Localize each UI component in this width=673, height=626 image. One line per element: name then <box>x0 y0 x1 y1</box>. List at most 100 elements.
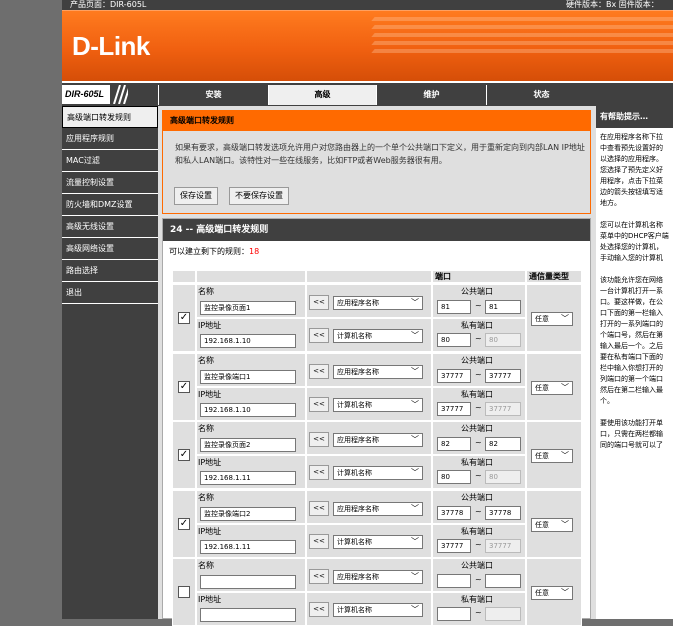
rules-title: 24 -- 高级端口转发规则 <box>163 219 590 241</box>
tab-advanced[interactable]: 高级 <box>268 85 376 105</box>
rule-ip-input[interactable]: 192.168.1.10 <box>200 402 296 417</box>
pc-name-select[interactable]: 计算机名称 ﹀ <box>333 397 423 412</box>
sidebar-item-mac-filter[interactable]: MAC过滤 <box>62 150 158 172</box>
rule-row: ✓ 名称 监控录像页面1 IP地址 192.168.1.10 << 应用程序名称… <box>172 284 582 352</box>
chevron-down-icon: ﹀ <box>561 519 569 529</box>
app-name-select[interactable]: 应用程序名称 ﹀ <box>333 570 423 584</box>
public-port-end[interactable]: 82 <box>485 437 521 451</box>
sidebar-item-routing[interactable]: 路由选择 <box>62 260 158 282</box>
fill-pc-button[interactable]: << <box>309 465 329 480</box>
fill-app-button[interactable]: << <box>309 569 329 584</box>
app-name-select[interactable]: 应用程序名称 ﹀ <box>333 501 423 516</box>
sidebar-item-firewall-dmz[interactable]: 防火墙和DMZ设置 <box>62 194 158 216</box>
public-port-end[interactable]: 37777 <box>485 368 521 383</box>
tab-setup[interactable]: 安装 <box>158 85 268 105</box>
sidebar: 高级端口转发规则 应用程序规则 MAC过滤 流量控制设置 防火墙和DMZ设置 高… <box>62 106 158 619</box>
public-port-start[interactable]: 37777 <box>437 368 471 383</box>
rule-pc-cell: << 计算机名称 ﹀ <box>306 523 432 558</box>
app-name-select[interactable]: 应用程序名称 ﹀ <box>333 364 423 379</box>
rule-name-cell: 名称 监控录像端口1 <box>196 352 306 387</box>
pc-name-select[interactable]: 计算机名称 ﹀ <box>333 603 423 617</box>
sidebar-item-app-rules[interactable]: 应用程序规则 <box>62 128 158 150</box>
rule-name-input[interactable]: 监控录像端口2 <box>200 506 296 521</box>
sidebar-item-traffic-control[interactable]: 流量控制设置 <box>62 172 158 194</box>
sidebar-item-logout[interactable]: 退出 <box>62 282 158 304</box>
public-port-start[interactable]: 37778 <box>437 505 471 520</box>
traffic-cell: 任意 ﹀ <box>526 421 582 489</box>
pc-name-select[interactable]: 计算机名称 ﹀ <box>333 466 423 480</box>
rule-app-cell: << 应用程序名称 ﹀ <box>306 489 432 524</box>
rule-name-input[interactable] <box>200 575 296 589</box>
rule-ip-input[interactable]: 192.168.1.10 <box>200 334 296 348</box>
rule-enable-checkbox[interactable]: ✓ <box>178 449 190 461</box>
public-port-label: 公共端口 <box>461 492 493 502</box>
traffic-type-select[interactable]: 任意 ﹀ <box>531 517 573 532</box>
rule-name-input[interactable]: 监控录像页面1 <box>200 301 296 315</box>
rule-ip-input[interactable]: 192.168.1.11 <box>200 471 296 485</box>
public-port-end[interactable] <box>485 574 521 588</box>
fill-pc-button[interactable]: << <box>309 396 329 412</box>
traffic-value: 任意 <box>535 452 549 460</box>
name-label: 名称 <box>198 561 214 570</box>
public-port-start[interactable]: 82 <box>437 437 471 451</box>
private-port-start[interactable]: 80 <box>437 333 471 347</box>
fill-pc-button[interactable]: << <box>309 602 329 617</box>
intro-description: 如果有要求，高级端口转发选项允许用户对您路由器上的一个单个公共端口下定义，用于重… <box>175 143 585 165</box>
public-port-cell: 公共端口 37777 ~ 37777 <box>432 352 526 387</box>
traffic-type-select[interactable]: 任意 ﹀ <box>531 380 573 395</box>
private-port-label: 私有端口 <box>461 321 493 330</box>
app-name-select[interactable]: 应用程序名称 ﹀ <box>333 433 423 447</box>
fill-pc-button[interactable]: << <box>309 533 329 549</box>
tab-maintenance[interactable]: 维护 <box>376 85 486 105</box>
public-port-end[interactable]: 81 <box>485 300 521 314</box>
chevron-down-icon: ﹀ <box>411 572 419 581</box>
rule-ip-input[interactable]: 192.168.1.11 <box>200 539 296 554</box>
pc-name-select[interactable]: 计算机名称 ﹀ <box>333 329 423 343</box>
fill-app-button[interactable]: << <box>309 295 329 310</box>
chevron-down-icon: ﹀ <box>411 331 419 340</box>
sidebar-item-port-forwarding[interactable]: 高级端口转发规则 <box>62 106 158 128</box>
fill-app-button[interactable]: << <box>309 500 329 516</box>
rule-name-input[interactable]: 监控录像页面2 <box>200 438 296 452</box>
fill-app-button[interactable]: << <box>309 432 329 447</box>
fill-pc-button[interactable]: << <box>309 328 329 343</box>
app-name-select[interactable]: 应用程序名称 ﹀ <box>333 296 423 310</box>
private-port-start[interactable]: 37777 <box>437 538 471 553</box>
chevron-down-icon: ﹀ <box>411 536 419 546</box>
public-port-start[interactable] <box>437 574 471 588</box>
traffic-type-select[interactable]: 任意 ﹀ <box>531 312 573 326</box>
rule-name-cell: 名称 监控录像页面2 <box>196 421 306 455</box>
rule-enable-checkbox[interactable]: ✓ <box>178 517 190 530</box>
traffic-cell: 任意 ﹀ <box>526 284 582 352</box>
traffic-cell: 任意 ﹀ <box>526 558 582 626</box>
dont-save-button[interactable]: 不要保存设置 <box>229 187 289 205</box>
rule-ip-input[interactable] <box>200 608 296 622</box>
ip-label: IP地址 <box>198 389 222 399</box>
rule-name-cell: 名称 <box>196 558 306 592</box>
range-tilde: ~ <box>475 575 482 584</box>
private-port-start[interactable]: 80 <box>437 470 471 484</box>
private-port-start[interactable]: 37777 <box>437 401 471 416</box>
rule-name-input[interactable]: 监控录像端口1 <box>200 369 296 384</box>
traffic-type-select[interactable]: 任意 ﹀ <box>531 449 573 463</box>
rule-row: ✓ 名称 监控录像端口2 IP地址 192.168.1.11 << 应用程序名称… <box>172 489 582 558</box>
rule-enable-checkbox[interactable]: ✓ <box>178 312 190 324</box>
rule-enable-checkbox[interactable]: ✓ <box>178 380 190 393</box>
sidebar-item-adv-wireless[interactable]: 高级无线设置 <box>62 216 158 238</box>
chevron-down-icon: ﹀ <box>561 588 569 597</box>
pc-select-label: 计算机名称 <box>337 537 372 546</box>
pc-name-select[interactable]: 计算机名称 ﹀ <box>333 534 423 549</box>
header-blank-3 <box>306 270 432 283</box>
rule-enable-checkbox[interactable] <box>178 586 190 598</box>
tab-status[interactable]: 状态 <box>486 85 596 105</box>
rule-check-cell: ✓ <box>172 489 196 558</box>
public-port-cell: 公共端口 ~ <box>432 558 526 592</box>
save-settings-button[interactable]: 保存设置 <box>174 187 218 205</box>
fill-app-button[interactable]: << <box>309 363 329 379</box>
traffic-type-select[interactable]: 任意 ﹀ <box>531 586 573 600</box>
public-port-start[interactable]: 81 <box>437 300 471 314</box>
private-port-cell: 私有端口 37777 ~ 37777 <box>432 523 526 558</box>
sidebar-item-adv-network[interactable]: 高级网络设置 <box>62 238 158 260</box>
public-port-end[interactable]: 37778 <box>485 505 521 520</box>
pc-select-label: 计算机名称 <box>337 469 372 477</box>
